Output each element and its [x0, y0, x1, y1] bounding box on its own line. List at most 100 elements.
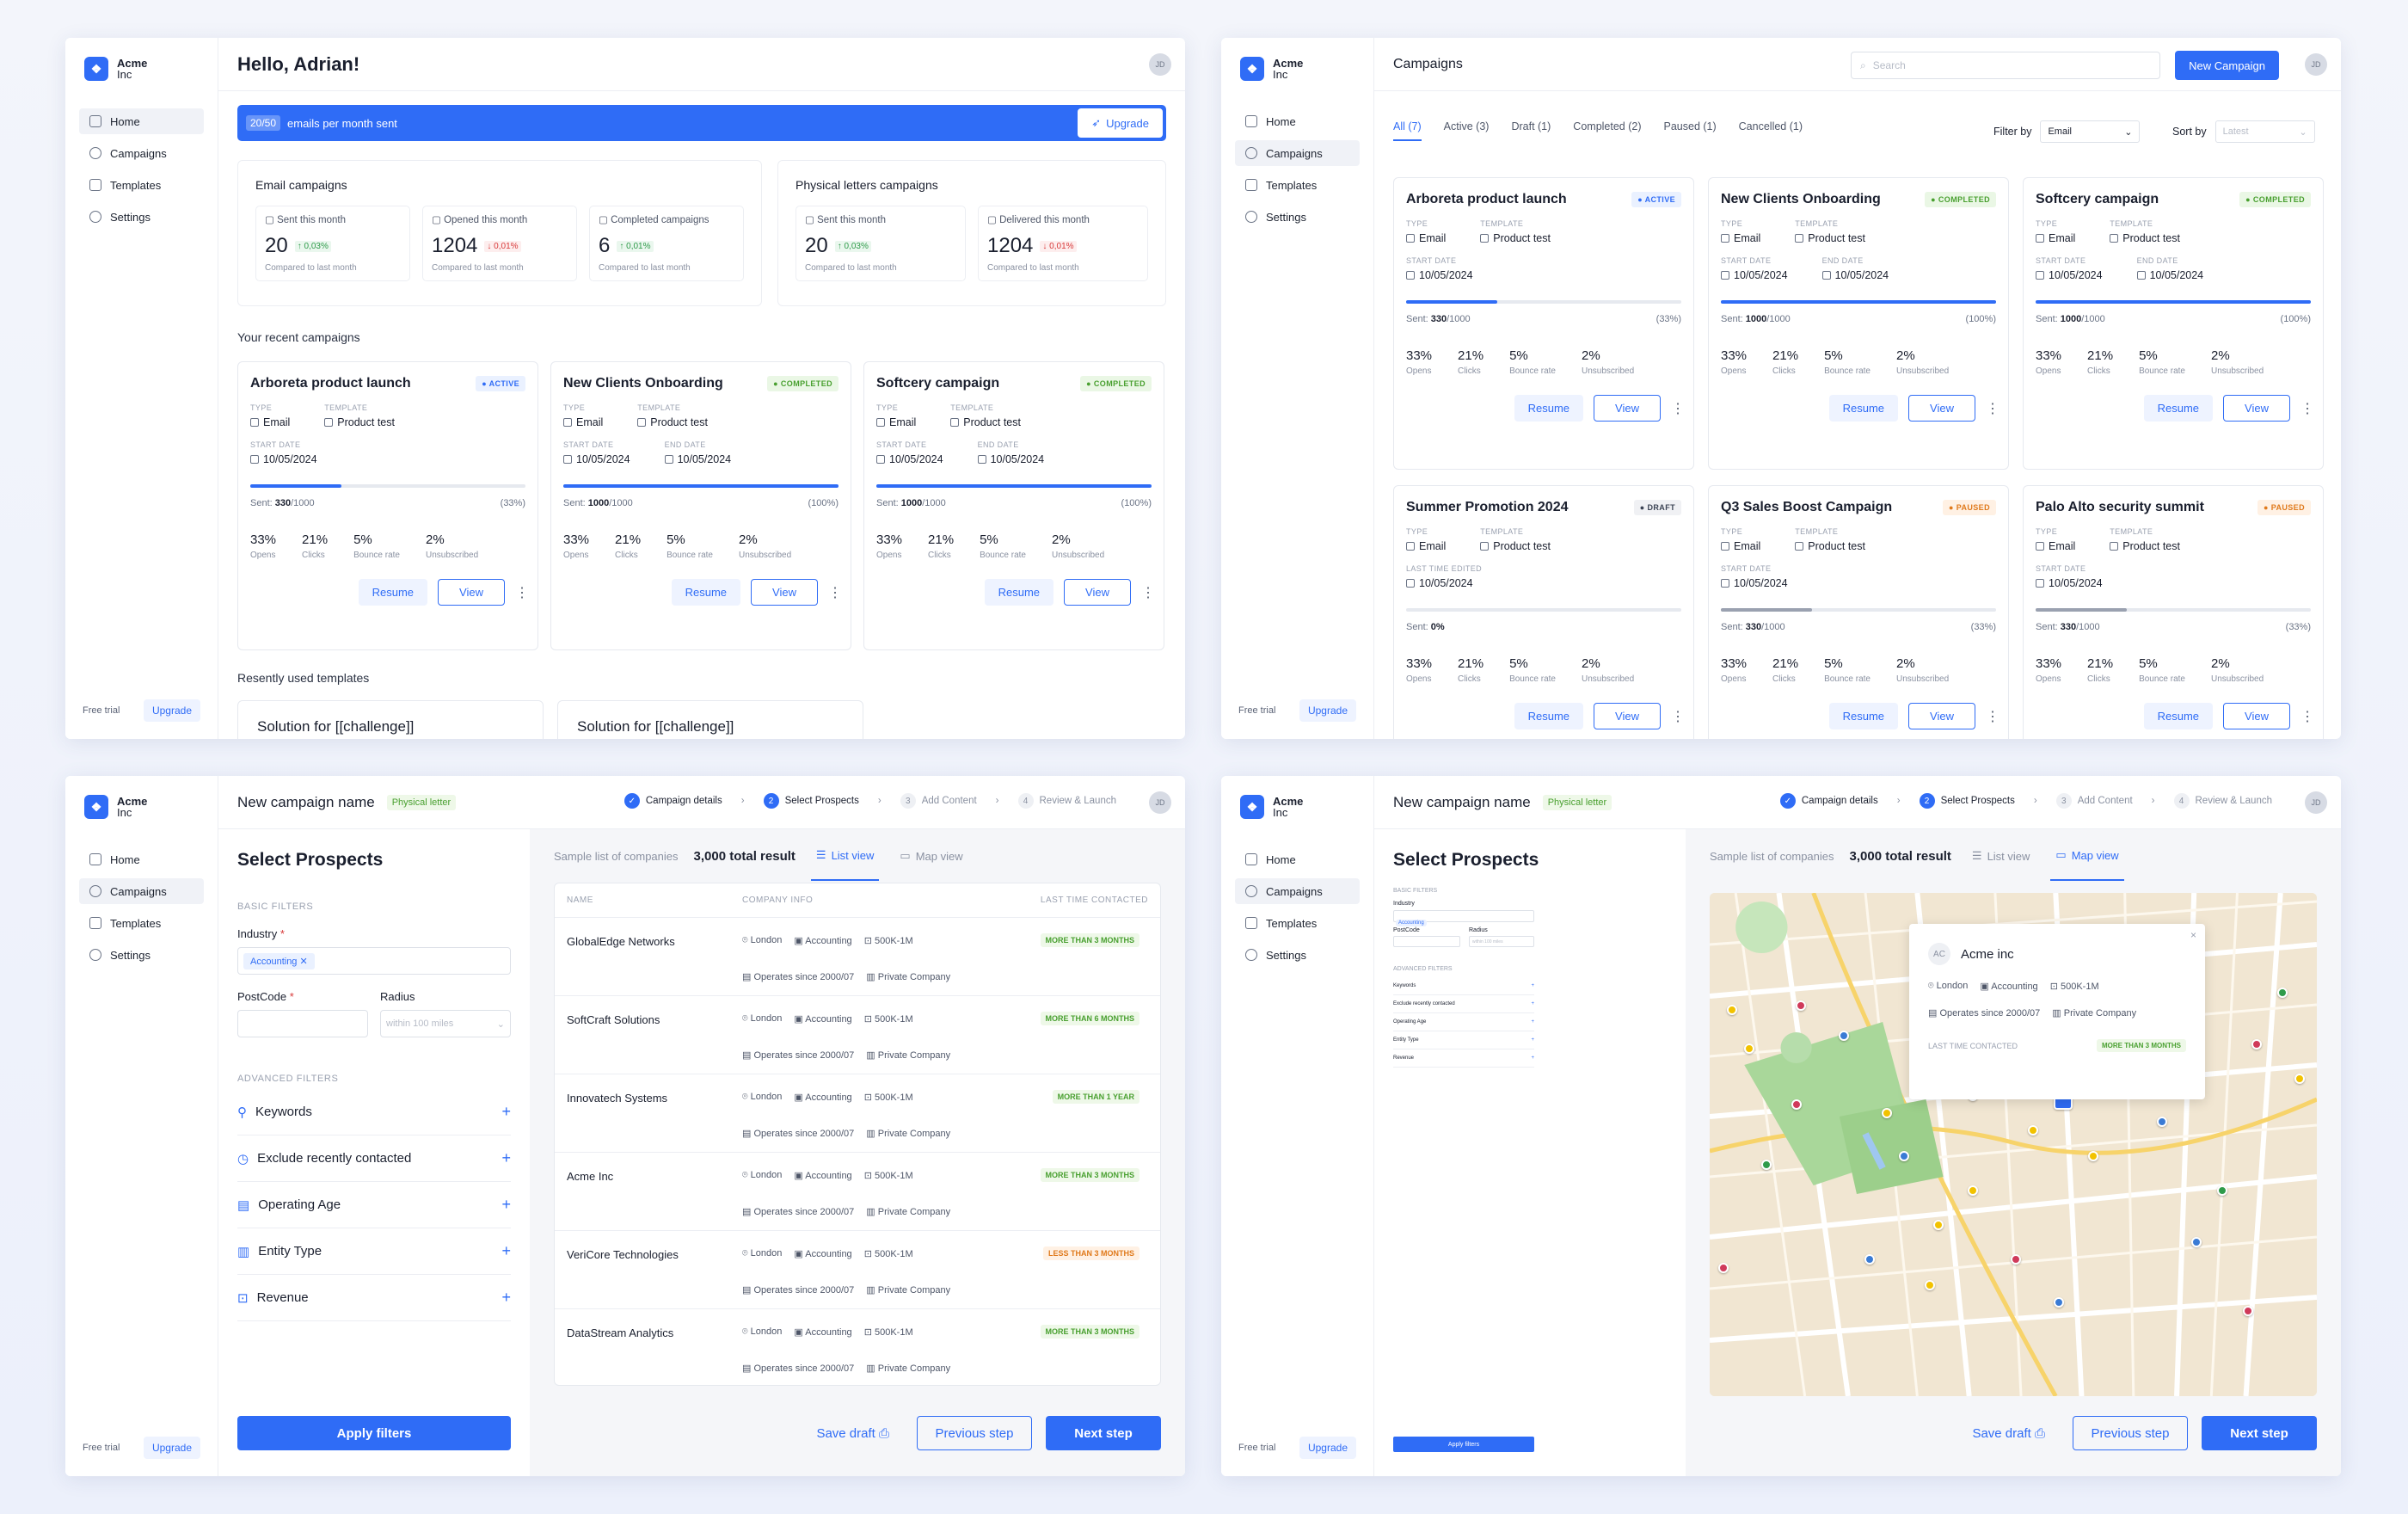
sidebar-item-campaigns[interactable]: Campaigns	[79, 878, 204, 904]
more-icon[interactable]: ⋮	[515, 584, 529, 601]
campaign-card[interactable]: Softcery campaign ● COMPLETED TYPE Email T…	[2023, 177, 2324, 470]
prospects-map[interactable]: × AC Acme inc ⌾ London ▣ Accounting ⊡ 50…	[1710, 893, 2317, 1396]
view-button[interactable]: View	[2223, 703, 2290, 729]
tab-map-view[interactable]: ▭ Map view	[2050, 831, 2124, 881]
resume-button[interactable]: Resume	[358, 579, 428, 606]
mini-filter-item[interactable]: Revenue +	[1393, 1049, 1534, 1068]
close-icon[interactable]: ×	[2190, 929, 2196, 941]
view-button[interactable]: View	[1064, 579, 1131, 606]
step-select-prospects[interactable]: 2 Select Prospects	[1919, 793, 2015, 809]
more-icon[interactable]: ⋮	[828, 584, 842, 601]
list-item[interactable]: VeriCore Technologies ⌾ London ▣ Accounti…	[555, 1231, 1160, 1309]
view-button[interactable]: View	[1594, 395, 1661, 422]
tab-completed[interactable]: Completed (2)	[1573, 120, 1641, 132]
banner-upgrade-button[interactable]: ➶ Upgrade	[1078, 108, 1163, 138]
step-review-launch[interactable]: 4 Review & Launch	[2173, 793, 2272, 809]
tab-list-view[interactable]: ☰ List view	[1967, 832, 2036, 880]
sidebar-item-campaigns[interactable]: Campaigns	[79, 140, 204, 166]
avatar[interactable]: JD	[2305, 53, 2327, 76]
sidebar-item-templates[interactable]: Templates	[1235, 172, 1360, 198]
tab-all[interactable]: All (7)	[1393, 120, 1422, 141]
search-input[interactable]: ⌕ Search	[1851, 52, 2160, 79]
template-card[interactable]: Solution for [[challenge]]	[237, 700, 544, 739]
campaign-card[interactable]: Palo Alto security summit ● PAUSED TYPE Em…	[2023, 485, 2324, 739]
sidebar-item-settings[interactable]: Settings	[79, 942, 204, 968]
mini-filter-item[interactable]: Exclude recently contacted +	[1393, 995, 1534, 1013]
sidebar-item-campaigns[interactable]: Campaigns	[1235, 878, 1360, 904]
step-review-launch[interactable]: 4 Review & Launch	[1017, 793, 1116, 809]
sidebar-item-settings[interactable]: Settings	[1235, 942, 1360, 968]
tab-draft[interactable]: Draft (1)	[1511, 120, 1551, 132]
filter-keywords[interactable]: ⚲ Keywords +	[237, 1089, 511, 1136]
sidebar-item-campaigns[interactable]: Campaigns	[1235, 140, 1360, 166]
upgrade-button[interactable]: Upgrade	[1299, 1437, 1356, 1459]
step-add-content[interactable]: 3 Add Content	[2055, 793, 2133, 809]
campaign-card[interactable]: New Clients Onboarding ● COMPLETED TYPE Em…	[550, 361, 851, 650]
more-icon[interactable]: ⋮	[1671, 400, 1685, 417]
mini-filter-item[interactable]: Operating Age +	[1393, 1013, 1534, 1031]
postcode-field[interactable]	[1393, 936, 1460, 947]
filter-revenue[interactable]: ⊡ Revenue +	[237, 1275, 511, 1321]
sidebar-item-home[interactable]: Home	[1235, 846, 1360, 872]
mini-filter-item[interactable]: Entity Type +	[1393, 1031, 1534, 1049]
next-step-button[interactable]: Next step	[1046, 1416, 1161, 1450]
sidebar-item-home[interactable]: Home	[79, 846, 204, 872]
postcode-field[interactable]	[237, 1010, 368, 1037]
sidebar-item-templates[interactable]: Templates	[1235, 910, 1360, 936]
industry-input[interactable]: Accounting ✕	[237, 947, 511, 975]
resume-button[interactable]: Resume	[671, 579, 741, 606]
tab-list-view[interactable]: ☰ List view	[810, 831, 880, 881]
radius-select[interactable]: within 100 miles	[1469, 936, 1534, 947]
industry-input[interactable]: Accounting	[1393, 910, 1534, 926]
tab-map-view[interactable]: ▭ Map view	[894, 832, 968, 880]
tab-active[interactable]: Active (3)	[1444, 120, 1490, 132]
step-campaign-details[interactable]: ✓ Campaign details	[1779, 793, 1878, 809]
campaign-card[interactable]: Arboreta product launch ● ACTIVE TYPE Emai…	[1393, 177, 1694, 470]
filter-operating-age[interactable]: ▤ Operating Age +	[237, 1182, 511, 1228]
filter-select[interactable]: Email ⌄	[2040, 120, 2141, 143]
more-icon[interactable]: ⋮	[2300, 708, 2314, 725]
campaign-card[interactable]: New Clients Onboarding ● COMPLETED TYPE Em…	[1708, 177, 2009, 470]
avatar[interactable]: JD	[2305, 791, 2327, 814]
sidebar-item-templates[interactable]: Templates	[79, 910, 204, 936]
list-item[interactable]: GlobalEdge Networks ⌾ London ▣ Accounting…	[555, 918, 1160, 996]
more-icon[interactable]: ⋮	[1986, 400, 2000, 417]
filter-exclude-recent[interactable]: ◷ Exclude recently contacted +	[237, 1136, 511, 1182]
campaign-card[interactable]: Summer Promotion 2024 ● DRAFT TYPE Email T…	[1393, 485, 1694, 739]
previous-step-button[interactable]: Previous step	[917, 1416, 1032, 1450]
resume-button[interactable]: Resume	[1828, 395, 1899, 422]
apply-filters-button[interactable]: Apply filters	[237, 1416, 511, 1450]
campaign-card[interactable]: Q3 Sales Boost Campaign ● PAUSED TYPE Emai…	[1708, 485, 2009, 739]
sidebar-item-settings[interactable]: Settings	[79, 204, 204, 230]
industry-chip[interactable]: Accounting ✕	[243, 952, 315, 969]
campaign-card[interactable]: Softcery campaign ● COMPLETED TYPE Email T…	[863, 361, 1164, 650]
sidebar-item-home[interactable]: Home	[1235, 108, 1360, 134]
step-campaign-details[interactable]: ✓ Campaign details	[624, 793, 722, 809]
more-icon[interactable]: ⋮	[2300, 400, 2314, 417]
template-card[interactable]: Solution for [[challenge]]	[557, 700, 863, 739]
upgrade-button[interactable]: Upgrade	[143, 699, 200, 722]
sort-select[interactable]: Latest ⌄	[2214, 120, 2315, 143]
step-add-content[interactable]: 3 Add Content	[900, 793, 977, 809]
resume-button[interactable]: Resume	[984, 579, 1054, 606]
more-icon[interactable]: ⋮	[1141, 584, 1155, 601]
list-item[interactable]: Innovatech Systems ⌾ London ▣ Accounting ⊡…	[555, 1074, 1160, 1153]
campaign-card[interactable]: Arboreta product launch ● ACTIVE TYPE Emai…	[237, 361, 538, 650]
tab-cancelled[interactable]: Cancelled (1)	[1739, 120, 1803, 132]
campaign-name[interactable]: New campaign name	[237, 794, 375, 811]
save-draft-button[interactable]: Save draft ⎙	[802, 1426, 903, 1441]
view-button[interactable]: View	[1594, 703, 1661, 729]
avatar[interactable]: JD	[1149, 791, 1171, 814]
upgrade-button[interactable]: Upgrade	[143, 1437, 200, 1459]
sidebar-item-templates[interactable]: Templates	[79, 172, 204, 198]
sidebar-item-home[interactable]: Home	[79, 108, 204, 134]
more-icon[interactable]: ⋮	[1671, 708, 1685, 725]
resume-button[interactable]: Resume	[2143, 703, 2214, 729]
next-step-button[interactable]: Next step	[2202, 1416, 2317, 1450]
view-button[interactable]: View	[1908, 703, 1975, 729]
upgrade-button[interactable]: Upgrade	[1299, 699, 1356, 722]
save-draft-button[interactable]: Save draft ⎙	[1958, 1426, 2059, 1441]
step-select-prospects[interactable]: 2 Select Prospects	[763, 793, 859, 809]
more-icon[interactable]: ⋮	[1986, 708, 2000, 725]
filter-entity-type[interactable]: ▥ Entity Type +	[237, 1228, 511, 1275]
